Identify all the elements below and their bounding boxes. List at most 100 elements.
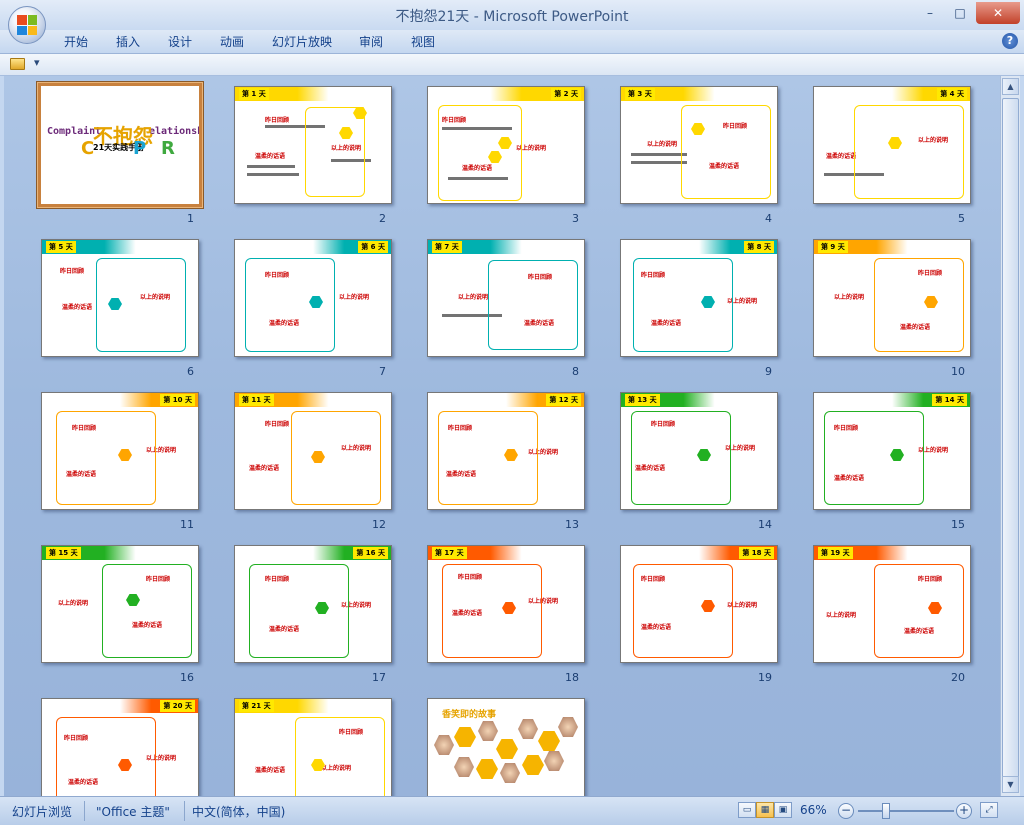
- chain-outline: [295, 717, 385, 796]
- hexagon-shape: [476, 759, 498, 779]
- day-label: 第 18 天: [739, 547, 774, 559]
- slide-thumbnail[interactable]: 第 18 天 昨日回顾 以上的说明 温柔的话语: [620, 545, 778, 663]
- slide-thumbnail[interactable]: 第 21 天 昨日回顾 温柔的话语 以上的说明: [234, 698, 392, 796]
- minimize-button[interactable]: –: [916, 2, 944, 24]
- day-label: 第 4 天: [937, 88, 967, 100]
- restore-button[interactable]: □: [946, 2, 974, 24]
- language-indicator[interactable]: 中文(简体，中国): [192, 803, 285, 820]
- tab-design[interactable]: 设计: [168, 33, 192, 50]
- chain-outline: [874, 564, 964, 658]
- text-line: [631, 153, 687, 156]
- slide-number: 9: [765, 365, 772, 378]
- tab-review[interactable]: 审阅: [359, 33, 383, 50]
- tab-insert[interactable]: 插入: [116, 33, 140, 50]
- day-label: 第 16 天: [353, 547, 388, 559]
- day-header-bar: 第 12 天: [428, 393, 584, 407]
- slide-thumbnail[interactable]: 第 1 天 昨日回顾 以上的说明 温柔的话语: [234, 86, 392, 204]
- day-header-bar: 第 2 天: [428, 87, 584, 101]
- section-label: 以上的说明: [647, 141, 678, 148]
- office-logo-icon: [17, 15, 37, 35]
- text-line: [247, 165, 295, 168]
- scroll-thumb[interactable]: [1002, 98, 1019, 778]
- slide-thumbnail[interactable]: 第 9 天 昨日回顾 以上的说明 温柔的话语: [813, 239, 971, 357]
- powerpoint-window: 不抱怨21天 - Microsoft PowerPoint – □ ✕ 开始 插…: [0, 0, 1024, 825]
- slide-thumbnail[interactable]: 第 19 天 昨日回顾 以上的说明 温柔的话语: [813, 545, 971, 663]
- chain-outline: [96, 258, 186, 352]
- chain-outline: [854, 105, 964, 199]
- slide-number: 12: [372, 518, 386, 531]
- chain-outline: [245, 258, 335, 352]
- slide-thumbnail[interactable]: 第 15 天 昨日回顾 以上的说明 温柔的话语: [41, 545, 199, 663]
- zoom-in-button[interactable]: +: [956, 803, 972, 819]
- slide-number: 10: [951, 365, 965, 378]
- day-header-bar: 第 7 天: [428, 240, 584, 254]
- day-label: 第 12 天: [546, 394, 581, 406]
- slide-thumbnail[interactable]: 第 16 天 昨日回顾 以上的说明 温柔的话语: [234, 545, 392, 663]
- slide-thumbnail[interactable]: 第 4 天 以上的说明 温柔的话语: [813, 86, 971, 204]
- day-header-bar: 第 18 天: [621, 546, 777, 560]
- slide-thumbnail[interactable]: Complaint elationshi 不抱怨 21天实践手册 C P R: [41, 86, 199, 204]
- slide-thumbnail[interactable]: 第 13 天 昨日回顾 以上的说明 温柔的话语: [620, 392, 778, 510]
- slide-number: 13: [565, 518, 579, 531]
- tab-view[interactable]: 视图: [411, 33, 435, 50]
- slide-thumbnail[interactable]: 第 14 天 昨日回顾 以上的说明 温柔的话语: [813, 392, 971, 510]
- slide-thumbnail[interactable]: 第 12 天 昨日回顾 以上的说明 温柔的话语: [427, 392, 585, 510]
- photo-hexagon: [558, 717, 578, 737]
- section-label: 昨日回顾: [60, 268, 85, 275]
- slide-thumbnail[interactable]: 第 11 天 昨日回顾 以上的说明 温柔的话语: [234, 392, 392, 510]
- photo-hexagon: [434, 735, 454, 755]
- slide-sorter-view-icon[interactable]: ▦: [756, 802, 774, 818]
- fit-to-window-icon[interactable]: ⤢: [980, 802, 998, 818]
- tab-animations[interactable]: 动画: [220, 33, 244, 50]
- slide-thumbnail[interactable]: 第 20 天 昨日回顾 以上的说明 温柔的话语: [41, 698, 199, 796]
- day-label: 第 10 天: [160, 394, 195, 406]
- slide-thumbnail[interactable]: 第 8 天 昨日回顾 以上的说明 温柔的话语: [620, 239, 778, 357]
- slide-thumbnail[interactable]: 第 3 天 昨日回顾 以上的说明 温柔的话语: [620, 86, 778, 204]
- day-label: 第 21 天: [239, 700, 274, 712]
- scroll-down-icon[interactable]: ▼: [1002, 776, 1019, 793]
- day-header-bar: 第 17 天: [428, 546, 584, 560]
- hexagon-shape: [538, 731, 560, 751]
- slide-thumbnail[interactable]: 第 5 天 昨日回顾 温柔的话语 以上的说明: [41, 239, 199, 357]
- toolbar-dropdown-icon[interactable]: ▾: [34, 56, 40, 69]
- slide-thumbnail[interactable]: 第 10 天 昨日回顾 以上的说明 温柔的话语: [41, 392, 199, 510]
- section-label: 温柔的话语: [255, 153, 286, 160]
- slide-thumbnail[interactable]: 第 2 天 昨日回顾 以上的说明 温柔的话语: [427, 86, 585, 204]
- chain-outline: [824, 411, 924, 505]
- zoom-level[interactable]: 66%: [800, 803, 827, 817]
- zoom-out-button[interactable]: −: [838, 803, 854, 819]
- chain-outline: [874, 258, 964, 352]
- normal-view-icon[interactable]: ▭: [738, 802, 756, 818]
- slide-number: 2: [379, 212, 386, 225]
- slide-thumbnail[interactable]: 香笑即的故事: [427, 698, 585, 796]
- slide-thumbnail[interactable]: 第 7 天 昨日回顾 温柔的话语 以上的说明: [427, 239, 585, 357]
- status-separator: [184, 801, 185, 821]
- scroll-up-icon[interactable]: ▲: [1002, 78, 1019, 95]
- status-separator: [84, 801, 85, 821]
- section-label: 以上的说明: [834, 294, 865, 301]
- zoom-slider-track[interactable]: [858, 810, 954, 812]
- slide-number: 14: [758, 518, 772, 531]
- slide-number: 18: [565, 671, 579, 684]
- slide-thumbnail[interactable]: 第 6 天 昨日回顾 以上的说明 温柔的话语: [234, 239, 392, 357]
- day-label: 第 9 天: [818, 241, 848, 253]
- help-icon[interactable]: ?: [1002, 33, 1018, 49]
- slideshow-view-icon[interactable]: ▣: [774, 802, 792, 818]
- tab-home[interactable]: 开始: [64, 33, 88, 50]
- chain-outline: [633, 258, 733, 352]
- slide-thumbnail[interactable]: 第 17 天 昨日回顾 温柔的话语 以上的说明: [427, 545, 585, 663]
- chain-outline: [102, 564, 192, 658]
- close-button[interactable]: ✕: [976, 2, 1020, 24]
- zoom-slider-thumb[interactable]: [882, 803, 890, 819]
- tab-slideshow[interactable]: 幻灯片放映: [272, 33, 332, 50]
- vertical-scrollbar[interactable]: ▲ ▼: [1000, 76, 1020, 796]
- office-button[interactable]: [8, 6, 46, 44]
- chain-outline: [305, 107, 365, 197]
- folder-open-icon[interactable]: [10, 58, 25, 70]
- slide-sorter-pane[interactable]: Complaint elationshi 不抱怨 21天实践手册 C P R 1…: [4, 76, 1000, 796]
- chain-outline: [442, 564, 542, 658]
- day-label: 第 1 天: [239, 88, 269, 100]
- day-header-bar: 第 5 天: [42, 240, 198, 254]
- photo-hexagon: [454, 757, 474, 777]
- day-header-bar: 第 9 天: [814, 240, 970, 254]
